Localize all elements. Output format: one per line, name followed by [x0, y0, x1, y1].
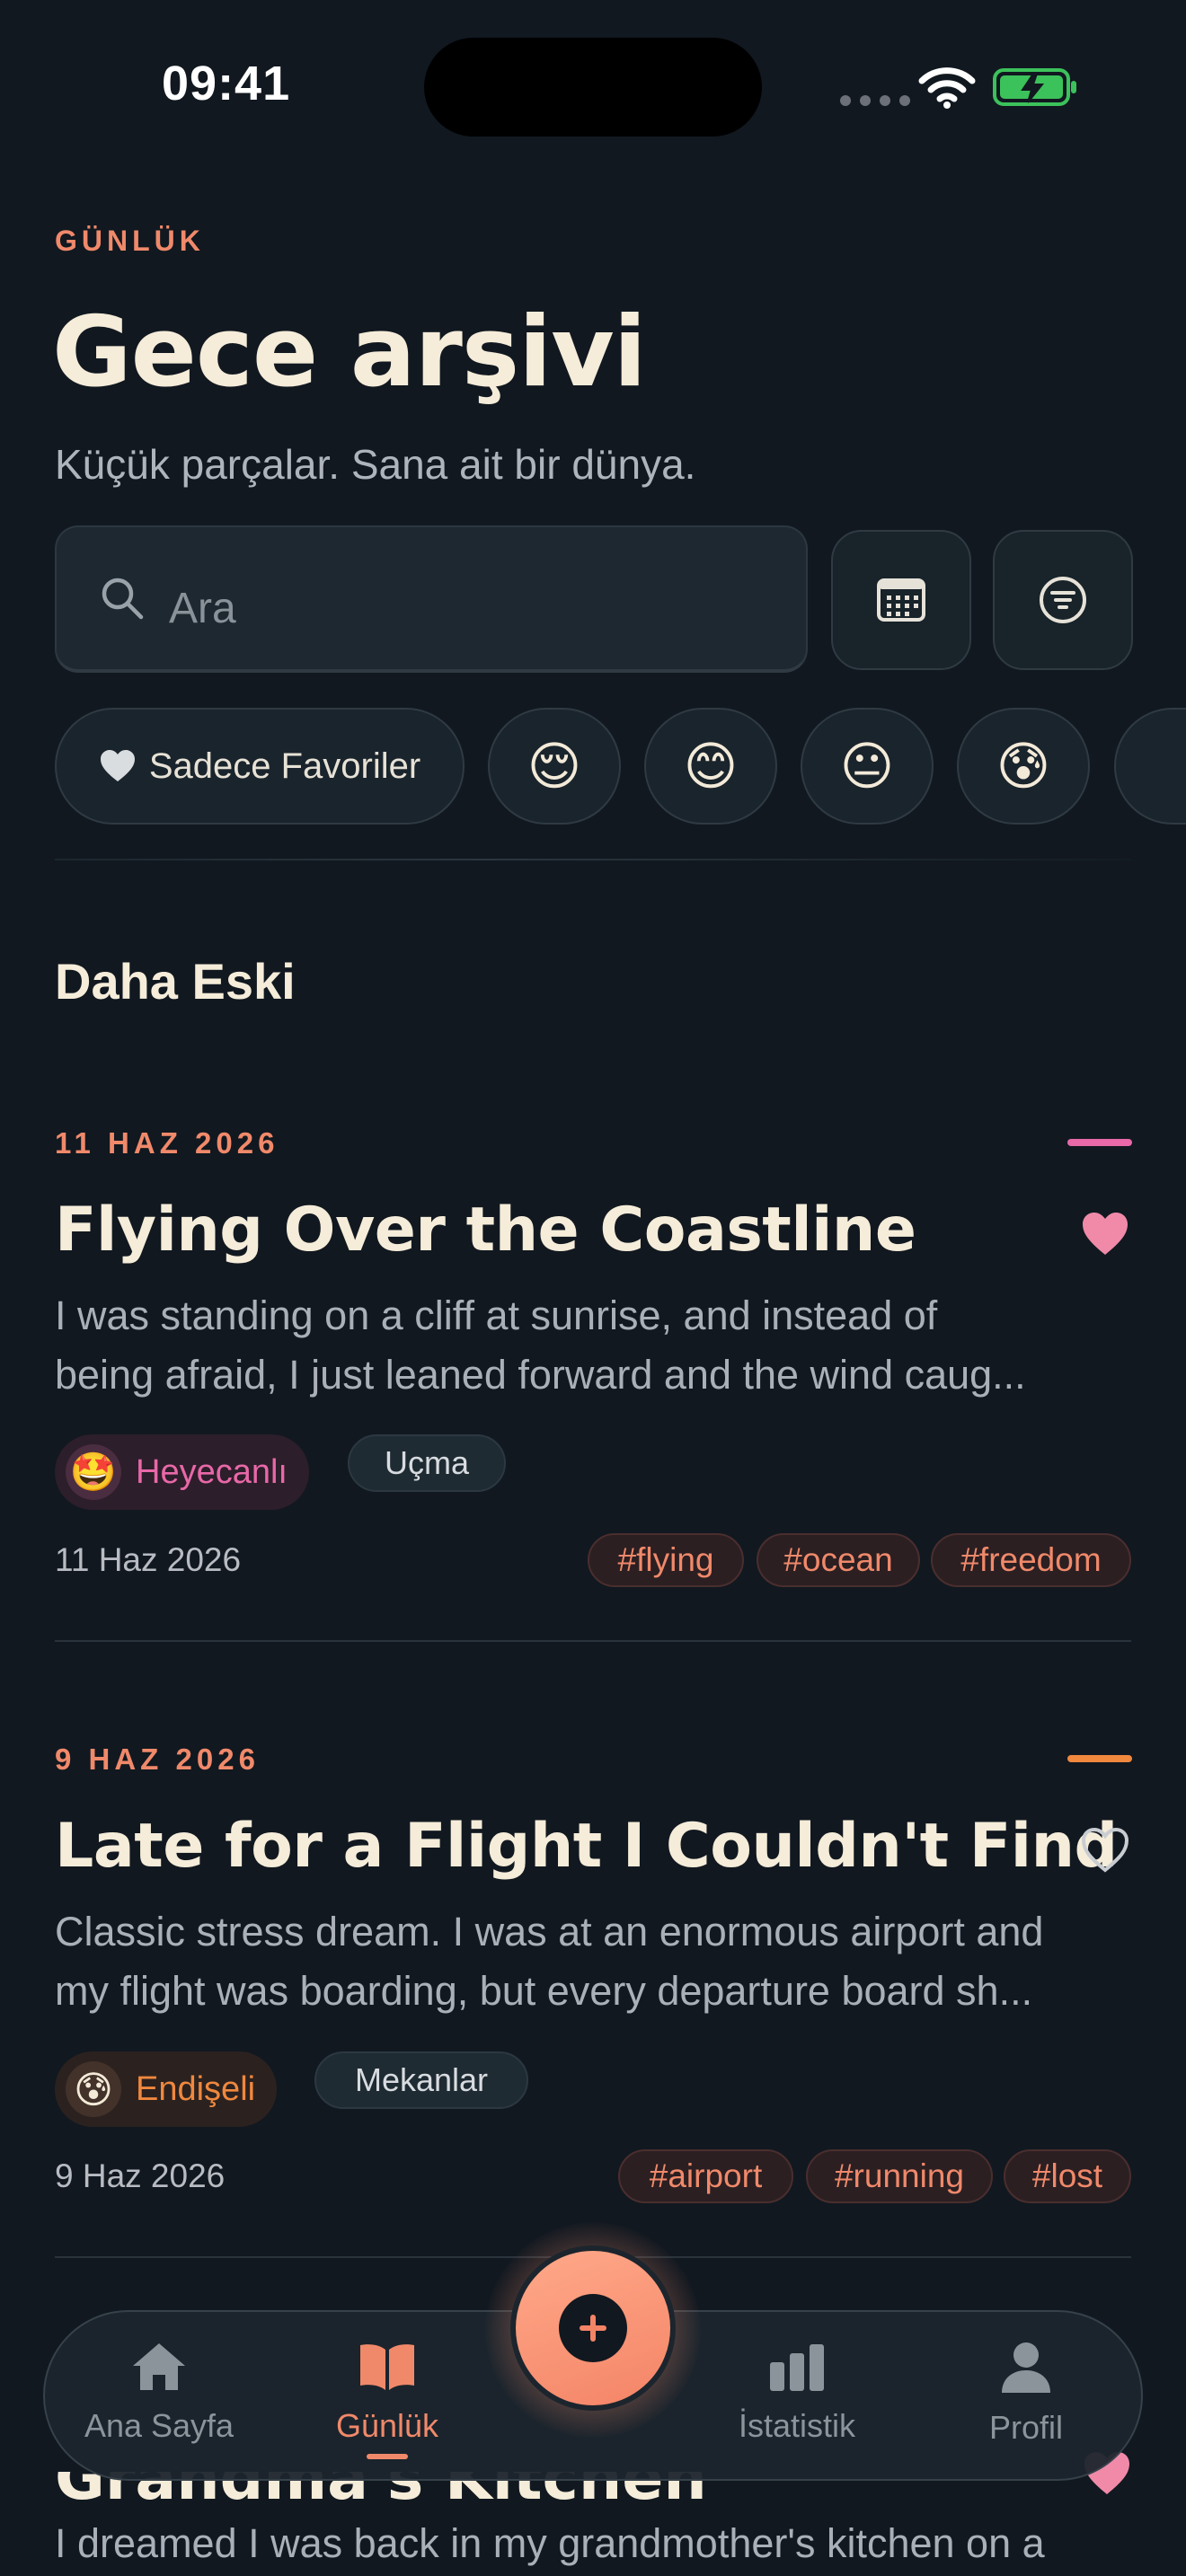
filter-icon [1040, 577, 1086, 623]
chart-icon [770, 2344, 824, 2391]
mood-filter-neutral[interactable]: 😐 [801, 708, 934, 825]
mood-filter-anxious[interactable]: 😰 [957, 708, 1090, 825]
entry-preview-line-1: I dreamed I was back in my grandmother's… [55, 2520, 1045, 2566]
calendar-button[interactable] [831, 530, 971, 670]
tag-chip[interactable]: #freedom [931, 1533, 1131, 1587]
home-icon [133, 2343, 185, 2390]
nav-label: Günlük [335, 2407, 439, 2444]
entry-date: 9 Haz 2026 [55, 2157, 226, 2194]
favorites-filter-chip[interactable]: Sadece Favoriler [55, 708, 465, 825]
section-title: Daha Eski [55, 953, 296, 1010]
page-subtitle: Küçük parçalar. Sana ait bir dünya. [55, 441, 696, 488]
category-chip[interactable]: Mekanlar [314, 2051, 528, 2109]
mood-badge-excited: 🤩 Heyecanlı [55, 1434, 309, 1510]
page-title: Gece arşivi [52, 296, 647, 409]
entry-preview-line-2: my flight was boarding, but every depart… [55, 1968, 1033, 2014]
search-input[interactable] [55, 525, 808, 673]
favorite-heart-outline-icon[interactable] [1080, 1827, 1130, 1874]
entry-title[interactable]: Late for a Flight I Couldn't Find [55, 1811, 1118, 1882]
nav-item-statistics[interactable]: İstatistik [707, 2341, 887, 2445]
favorite-heart-filled-icon[interactable] [1080, 1211, 1130, 1257]
active-tab-indicator [367, 2454, 408, 2459]
search-icon [102, 578, 144, 620]
mood-label: Endişeli [136, 2069, 256, 2108]
nav-item-profile[interactable]: Profil [936, 2341, 1116, 2447]
entry-date: 11 Haz 2026 [55, 1541, 242, 1578]
tag-chip[interactable]: #airport [618, 2149, 793, 2203]
nav-item-home[interactable]: Ana Sayfa [69, 2341, 249, 2445]
entry-divider [55, 1640, 1131, 1642]
entry-mood-accent [1067, 1139, 1132, 1146]
heart-icon [100, 750, 135, 781]
favorites-filter-label: Sadece Favoriler [148, 745, 421, 786]
mood-label: Heyecanlı [136, 1452, 288, 1491]
search-placeholder[interactable]: Ara [169, 584, 236, 633]
entry-date-kicker: 11 HAZ 2026 [55, 1126, 279, 1160]
entry-preview-line-1: I was standing on a cliff at sunrise, an… [55, 1292, 938, 1338]
entry-date-kicker: 9 HAZ 2026 [55, 1742, 260, 1776]
nav-label: Ana Sayfa [84, 2407, 235, 2444]
filter-button[interactable] [993, 530, 1133, 670]
mood-filter-happy[interactable]: 😊 [644, 708, 777, 825]
mood-filter-relieved[interactable]: 😌 [488, 708, 621, 825]
entry-mood-accent [1067, 1755, 1132, 1762]
mood-badge-anxious: 😰 Endişeli [55, 2051, 278, 2127]
profile-icon [1002, 2342, 1050, 2393]
nav-label: İstatistik [738, 2407, 856, 2444]
entry-preview-line-2: being afraid, I just leaned forward and … [55, 1352, 1026, 1398]
dynamic-island [424, 38, 762, 137]
tag-chip[interactable]: #lost [1004, 2149, 1131, 2203]
cellular-signal-icon [840, 95, 910, 106]
nav-item-journal[interactable]: Günlük [297, 2341, 477, 2445]
tag-chip[interactable]: #flying [588, 1533, 744, 1587]
wifi-icon [918, 67, 976, 109]
calendar-icon [877, 578, 925, 622]
book-icon [360, 2344, 414, 2390]
add-entry-button[interactable] [510, 2245, 676, 2411]
battery-charging-icon [993, 68, 1076, 106]
mood-emoji: 😰 [66, 2061, 121, 2117]
category-chip[interactable]: Uçma [348, 1434, 506, 1492]
status-time: 09:41 [162, 57, 291, 110]
tag-chip[interactable]: #running [806, 2149, 993, 2203]
entry-title[interactable]: Flying Over the Coastline [55, 1195, 916, 1266]
page-kicker: GÜNLÜK [55, 225, 205, 257]
header-divider [55, 859, 1131, 860]
mood-filter-more[interactable] [1114, 708, 1186, 825]
plus-icon [559, 2294, 627, 2362]
nav-label: Profil [988, 2409, 1064, 2446]
tag-chip[interactable]: #ocean [757, 1533, 920, 1587]
entry-preview-line-1: Classic stress dream. I was at an enormo… [55, 1909, 1044, 1954]
mood-emoji: 🤩 [66, 1444, 121, 1500]
